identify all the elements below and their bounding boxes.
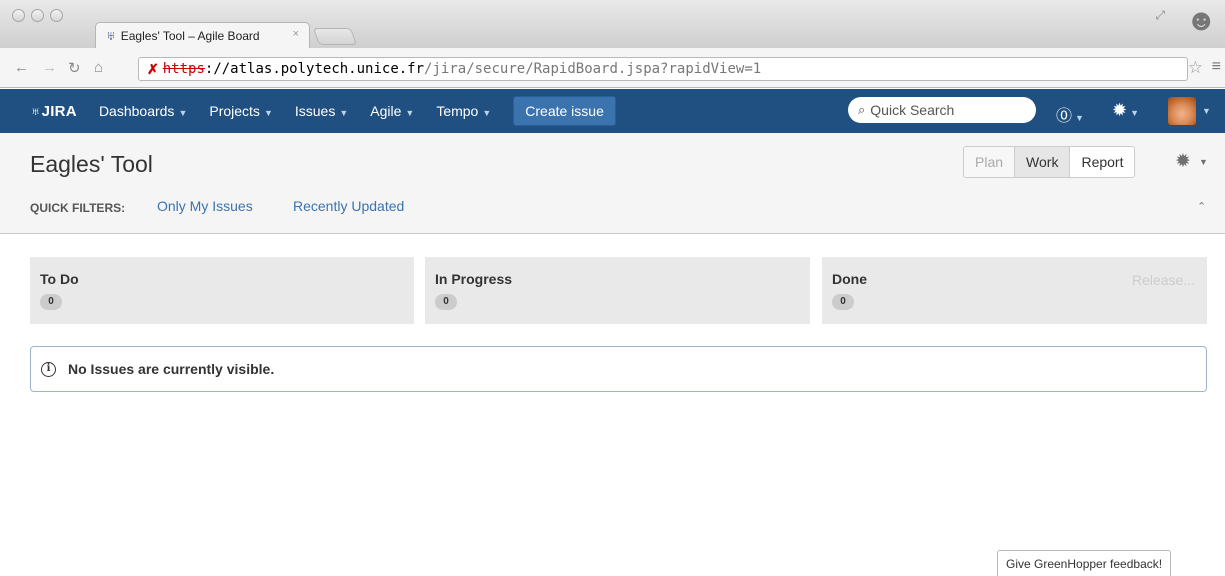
home-icon[interactable]: ⌂ (94, 59, 103, 76)
bookmark-star-icon[interactable]: ☆ (1188, 58, 1203, 78)
column-count-badge: 0 (832, 294, 854, 310)
column-count-badge: 0 (40, 294, 62, 310)
column-in-progress: In Progress 0 (425, 257, 810, 324)
tab-close-icon[interactable]: × (293, 28, 299, 40)
chevron-down-icon: ▼ (263, 108, 273, 118)
minimize-window-button[interactable] (31, 9, 44, 22)
mode-work-button[interactable]: Work (1015, 147, 1071, 177)
avatar[interactable] (1168, 97, 1196, 125)
collapse-chevron-up-icon[interactable]: ⌃ (1197, 200, 1206, 213)
mode-report-button[interactable]: Report (1070, 147, 1135, 177)
browser-menu-icon[interactable]: ≡ (1212, 58, 1221, 76)
chevron-down-icon[interactable]: ▼ (1202, 106, 1211, 116)
jira-favicon-icon: ♅ (106, 28, 116, 43)
zoom-window-button[interactable] (50, 9, 63, 22)
address-bar[interactable]: ✗ https ://atlas.polytech.unice.fr /jira… (138, 57, 1188, 81)
quick-filters-label: QUICK FILTERS: (30, 201, 126, 215)
quick-search-placeholder: Quick Search (870, 102, 955, 118)
create-issue-button[interactable]: Create issue (513, 96, 616, 126)
empty-board-message: i No Issues are currently visible. (30, 346, 1207, 392)
url-scheme: https (162, 61, 205, 77)
column-title: To Do (40, 271, 79, 287)
message-text: No Issues are currently visible. (68, 361, 275, 377)
help-icon[interactable]: ⓪ ▼ (1056, 102, 1084, 126)
browser-tab[interactable]: ♅ Eagles' Tool – Agile Board × (95, 22, 310, 48)
release-link[interactable]: Release... (1132, 272, 1195, 288)
info-icon: i (41, 361, 56, 377)
url-path: /jira/secure/RapidBoard.jspa?rapidView=1 (424, 61, 762, 77)
nav-tempo[interactable]: Tempo ▼ (436, 103, 491, 119)
jira-logo[interactable]: ♅JIRA (30, 103, 77, 120)
back-icon[interactable]: ← (14, 59, 29, 76)
reload-icon[interactable]: ↻ (68, 59, 81, 77)
board-mode-switch: Plan Work Report (963, 146, 1136, 178)
close-window-button[interactable] (12, 9, 25, 22)
nav-issues[interactable]: Issues ▼ (295, 103, 348, 119)
quick-filter-recently-updated[interactable]: Recently Updated (293, 198, 404, 214)
feedback-button[interactable]: Give GreenHopper feedback! (997, 550, 1172, 576)
incognito-icon: ☻ (1185, 4, 1217, 37)
column-title: Done (832, 271, 867, 287)
chevron-down-icon[interactable]: ▼ (1199, 157, 1208, 167)
quick-search-input[interactable]: ⌕ Quick Search (848, 97, 1036, 123)
gear-icon[interactable]: ✹ ▼ (1112, 100, 1139, 121)
column-title: In Progress (435, 271, 513, 287)
forward-icon[interactable]: → (42, 59, 57, 76)
chevron-down-icon: ▼ (178, 108, 188, 118)
nav-dashboards[interactable]: Dashboards ▼ (99, 103, 187, 119)
tab-title: Eagles' Tool – Agile Board (120, 28, 260, 43)
nav-projects[interactable]: Projects ▼ (209, 103, 273, 119)
quick-filter-only-my-issues[interactable]: Only My Issues (157, 198, 253, 214)
fullscreen-icon[interactable]: ⤢ (1155, 8, 1165, 23)
new-tab-button[interactable] (312, 28, 358, 45)
search-icon: ⌕ (858, 102, 866, 117)
board-settings-gear-icon[interactable]: ✹ (1175, 150, 1191, 173)
window-controls[interactable] (12, 9, 63, 22)
nav-agile[interactable]: Agile ▼ (370, 103, 414, 119)
jira-header: ♅JIRA Dashboards ▼ Projects ▼ Issues ▼ Agil… (0, 89, 1225, 133)
column-done: Done 0 Release... (822, 257, 1207, 324)
column-todo: To Do 0 (30, 257, 414, 324)
url-host: ://atlas.polytech.unice.fr (204, 61, 425, 77)
chevron-down-icon: ▼ (405, 108, 415, 118)
column-count-badge: 0 (435, 294, 457, 310)
page-title: Eagles' Tool (30, 151, 153, 177)
board-header: Eagles' Tool Plan Work Report ✹ ▼ QUICK … (0, 133, 1225, 234)
insecure-lock-icon: ✗ (147, 60, 159, 77)
chevron-down-icon: ▼ (482, 108, 492, 118)
browser-titlebar: ♅ Eagles' Tool – Agile Board × ⤢ ☻ (0, 0, 1225, 48)
mode-plan-button[interactable]: Plan (964, 147, 1016, 177)
chevron-down-icon: ▼ (339, 108, 349, 118)
